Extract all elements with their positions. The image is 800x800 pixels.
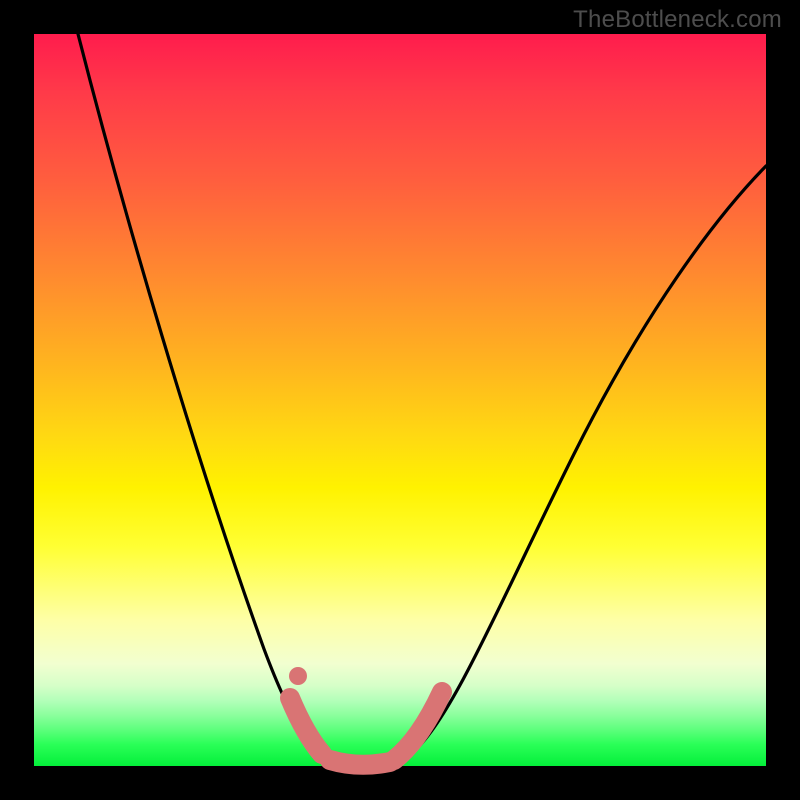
optimal-marker-right xyxy=(394,692,442,760)
outer-frame: TheBottleneck.com xyxy=(0,0,800,800)
plot-area xyxy=(34,34,766,766)
bottleneck-curve xyxy=(78,34,766,765)
optimal-marker-dot xyxy=(289,667,307,685)
optimal-marker-bottom xyxy=(330,760,390,765)
optimal-marker-left xyxy=(290,698,322,754)
chart-svg xyxy=(34,34,766,766)
attribution-text: TheBottleneck.com xyxy=(573,6,782,34)
